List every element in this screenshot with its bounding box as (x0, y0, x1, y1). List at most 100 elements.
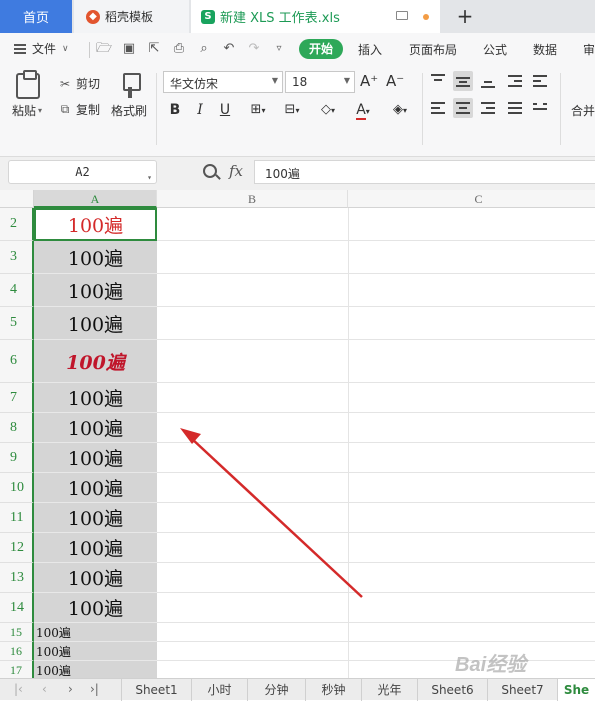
copy-icon: ⧉ (60, 102, 70, 116)
divider (560, 73, 561, 145)
file-menu-label: 文件 (32, 42, 57, 56)
align-right-icon[interactable] (478, 98, 498, 118)
tab-template[interactable]: ◆ 稻壳模板 (74, 0, 189, 33)
divider (422, 73, 423, 145)
file-menu[interactable]: 文件 ∨ (14, 40, 69, 57)
hamburger-icon (14, 43, 26, 54)
tab-file[interactable]: S 新建 XLS 工作表.xls (191, 0, 440, 33)
menu-bar: 文件 ∨ 🗁 ▣ ⇱ ⎙ ⌕ ↶ ↷ ▿ 开始 插入 页面布局 公式 数据 审 (0, 33, 595, 65)
monitor-icon[interactable] (396, 11, 408, 20)
formula-bar: A2 ▾ fx 100遍 (0, 157, 595, 190)
redo-icon[interactable]: ↷ (246, 41, 262, 57)
font-color-button[interactable]: A▾ (349, 100, 377, 120)
menu-insert[interactable]: 插入 (358, 41, 382, 58)
align-top-icon[interactable] (428, 71, 448, 91)
open-folder-icon[interactable]: 🗁 (96, 41, 112, 57)
caret-down-icon: ▼ (271, 76, 278, 85)
divider (156, 73, 157, 145)
caret-down-icon: ▼ (343, 76, 350, 85)
cell-style-button[interactable]: ⊟▾ (278, 100, 306, 120)
caret-down-icon: ▾ (261, 106, 266, 115)
border-button[interactable]: ⊞▾ (244, 100, 272, 120)
border-icon: ⊞ (250, 102, 262, 117)
sheet-tab[interactable]: Sheet1 (121, 679, 191, 701)
more-icon[interactable]: ▿ (271, 41, 287, 57)
bold-button[interactable]: B (166, 100, 184, 120)
paste-label: 粘贴 (12, 104, 37, 118)
eraser-icon: ◈ (392, 102, 403, 117)
format-painter-icon[interactable] (119, 73, 141, 99)
fx-icon[interactable]: fx (229, 162, 243, 180)
font-color-icon: A (356, 102, 366, 120)
paste-button[interactable]: 粘贴 ▾ (12, 102, 42, 119)
italic-button[interactable]: I (191, 100, 209, 120)
indent-increase-icon[interactable] (530, 71, 550, 91)
font-size-select[interactable]: 18 ▼ (285, 71, 355, 93)
tab-file-label: 新建 XLS 工作表.xls (220, 11, 340, 26)
arrow-head (180, 428, 201, 444)
last-sheet-icon[interactable]: ›| (90, 682, 99, 696)
divider (89, 42, 90, 58)
caret-down-icon: ▾ (365, 107, 370, 116)
title-tab-bar: 首页 ◆ 稻壳模板 S 新建 XLS 工作表.xls + (0, 0, 595, 33)
caret-down-icon: ▾ (402, 106, 407, 115)
menu-data[interactable]: 数据 (533, 41, 557, 58)
justify-icon[interactable] (505, 98, 525, 118)
first-sheet-icon[interactable]: |‹ (14, 682, 23, 696)
tab-template-label: 稻壳模板 (105, 10, 154, 24)
align-middle-icon[interactable] (453, 71, 473, 91)
sheet-tab-active[interactable]: She (557, 679, 595, 701)
font-name-select[interactable]: 华文仿宋 ▼ (163, 71, 283, 93)
cut-button[interactable]: ✂ 剪切 (58, 75, 100, 92)
new-tab-button[interactable]: + (455, 4, 475, 28)
caret-down-icon: ▾ (147, 173, 152, 182)
menu-home[interactable]: 开始 (299, 39, 343, 59)
distributed-icon[interactable] (530, 98, 550, 118)
sheet-tab[interactable]: 小时 (191, 679, 247, 701)
formula-input[interactable]: 100遍 (254, 160, 595, 184)
unsaved-dot-icon (423, 14, 429, 20)
next-sheet-icon[interactable]: › (68, 682, 73, 696)
baidu-watermark: Bai经验 (455, 654, 527, 676)
name-box[interactable]: A2 ▾ (8, 160, 157, 184)
sheet-tab[interactable]: 分钟 (247, 679, 305, 701)
ribbon: 粘贴 ▾ ✂ 剪切 ⧉ 复制 格式刷 华文仿宋 ▼ 18 ▼ A⁺ A⁻ B I… (0, 65, 595, 157)
print-icon[interactable]: ⎙ (171, 41, 187, 57)
underline-button[interactable]: U (216, 100, 234, 120)
font-size-value: 18 (292, 75, 308, 89)
arrow-shaft (190, 437, 363, 598)
print-preview-icon[interactable]: ⌕ (196, 41, 212, 57)
fill-color-button[interactable]: ◇▾ (314, 100, 342, 120)
zoom-icon[interactable] (203, 164, 217, 178)
save-icon[interactable]: ▣ (121, 41, 137, 57)
align-bottom-icon[interactable] (478, 71, 498, 91)
align-center-icon[interactable] (453, 98, 473, 118)
spreadsheet-icon: S (201, 9, 215, 24)
menu-page-layout[interactable]: 页面布局 (409, 41, 457, 58)
menu-formulas[interactable]: 公式 (483, 41, 507, 58)
merge-button[interactable]: 合并 (571, 102, 595, 119)
copy-label: 复制 (76, 103, 101, 117)
clear-button[interactable]: ◈▾ (386, 100, 414, 120)
copy-button[interactable]: ⧉ 复制 (58, 101, 100, 118)
grow-font-button[interactable]: A⁺ (360, 71, 378, 91)
shrink-font-button[interactable]: A⁻ (386, 71, 404, 91)
caret-down-icon: ▾ (38, 106, 43, 115)
cell-style-icon: ⊟ (284, 102, 296, 117)
indent-decrease-icon[interactable] (505, 71, 525, 91)
undo-icon[interactable]: ↶ (221, 41, 237, 57)
prev-sheet-icon[interactable]: ‹ (42, 682, 47, 696)
sheet-tab-bar: |‹ ‹ › ›| Sheet1 小时 分钟 秒钟 光年 Sheet6 Shee… (0, 678, 595, 701)
sheet-tab[interactable]: Sheet6 (417, 679, 487, 701)
sheet-tab[interactable]: Sheet7 (487, 679, 557, 701)
scissors-icon: ✂ (59, 76, 71, 91)
caret-down-icon: ▾ (295, 106, 300, 115)
sheet-tab[interactable]: 光年 (361, 679, 417, 701)
menu-review[interactable]: 审 (583, 41, 595, 58)
export-icon[interactable]: ⇱ (146, 41, 162, 57)
sheet-tab[interactable]: 秒钟 (305, 679, 361, 701)
align-left-icon[interactable] (428, 98, 448, 118)
paste-icon[interactable] (16, 70, 40, 99)
format-painter-button[interactable]: 格式刷 (111, 102, 147, 119)
tab-home[interactable]: 首页 (0, 0, 72, 33)
